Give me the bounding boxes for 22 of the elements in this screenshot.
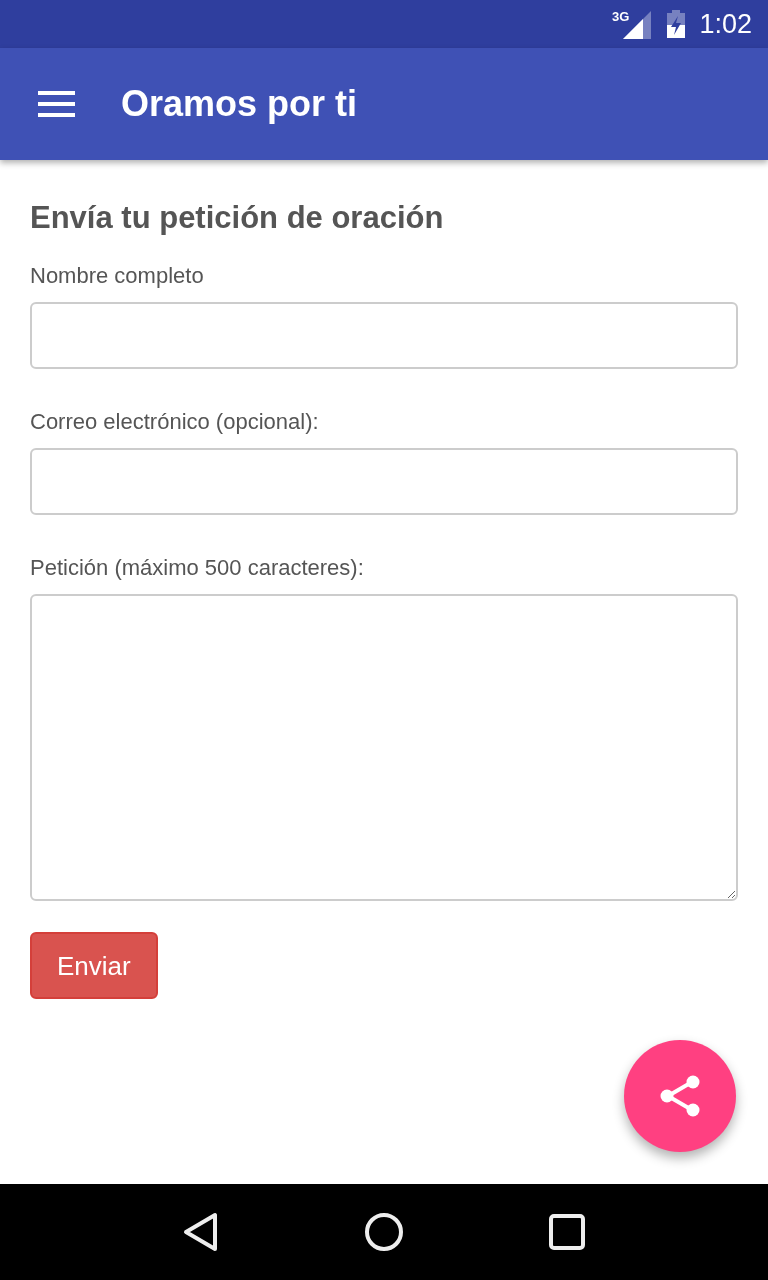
home-icon xyxy=(364,1212,404,1252)
field-label: Petición (máximo 500 caracteres): xyxy=(30,554,365,582)
field-label: Correo electrónico (opcional): xyxy=(30,408,320,436)
text-input-field[interactable] xyxy=(30,302,738,369)
form-heading: Envía tu petición de oración xyxy=(30,199,445,237)
network-type-label: 3G xyxy=(612,10,630,23)
textarea-field[interactable] xyxy=(30,594,738,901)
text-input-field[interactable] xyxy=(30,448,738,515)
app-title: Oramos por ti xyxy=(121,86,358,122)
share-button[interactable] xyxy=(624,1040,736,1152)
field-label: Nombre completo xyxy=(30,262,205,290)
menu-button[interactable] xyxy=(38,91,75,117)
status-time: 1:02 xyxy=(699,10,752,38)
recents-button[interactable] xyxy=(549,1214,586,1250)
submit-button[interactable]: Enviar xyxy=(30,932,158,999)
back-button[interactable] xyxy=(182,1212,219,1252)
recents-icon xyxy=(549,1214,586,1250)
battery-charging-icon xyxy=(667,10,686,38)
menu-icon xyxy=(38,91,75,117)
home-button[interactable] xyxy=(364,1212,404,1252)
back-icon xyxy=(182,1212,219,1252)
share-icon xyxy=(660,1075,700,1117)
